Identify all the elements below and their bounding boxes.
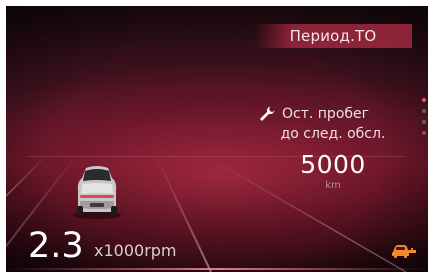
mileage-unit: km (325, 180, 341, 191)
instrument-cluster-screen: Период.ТО Ост. пробег до след. обсл. 500… (6, 6, 428, 272)
car-key-warning-icon (392, 245, 416, 258)
page-dot-1 (422, 98, 426, 102)
rpm-unit: x1000rpm (94, 241, 177, 260)
page-dot-3 (422, 120, 426, 124)
rpm-value: 2.3 (28, 226, 84, 266)
remaining-mileage-value: 5000 (300, 150, 366, 179)
page-indicator (422, 98, 426, 142)
car-icon (73, 166, 121, 219)
page-dot-2 (422, 109, 426, 113)
next-service-label: до след. обсл. (280, 126, 386, 142)
page-title: Период.ТО (254, 24, 412, 48)
bottom-glow-line (6, 268, 428, 270)
page-dot-4 (422, 131, 426, 135)
remaining-mileage-label: Ост. пробег (282, 106, 369, 122)
wrench-icon (260, 106, 275, 121)
